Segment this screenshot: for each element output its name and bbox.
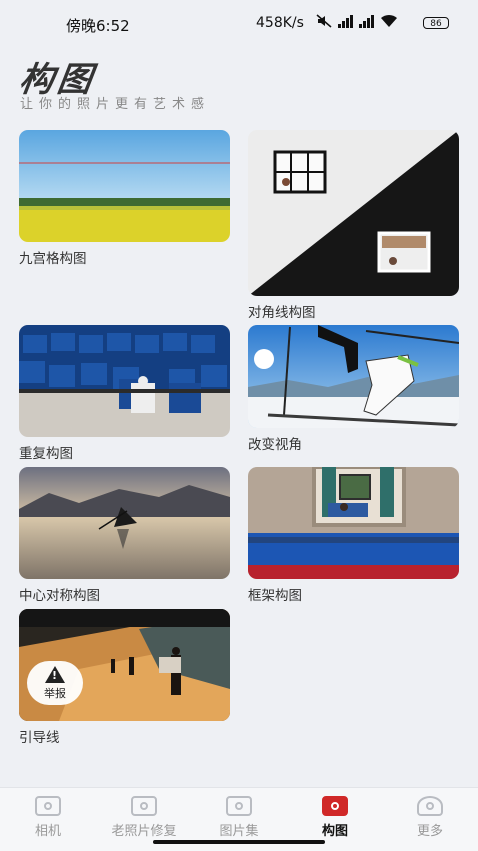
signal-icon [359, 14, 374, 28]
card-image [19, 325, 230, 437]
card-image [248, 130, 459, 296]
user-icon [417, 796, 443, 816]
card-image [19, 467, 230, 579]
card-leading-lines-composition[interactable]: 举报 引导线 [19, 609, 230, 746]
warning-icon [45, 666, 65, 683]
card-label: 九宫格构图 [19, 251, 87, 267]
nav-item-composition[interactable]: 构图 [295, 796, 375, 839]
report-label: 举报 [44, 687, 66, 700]
home-indicator[interactable] [153, 840, 325, 844]
card-image: 举报 [19, 609, 230, 721]
nav-label: 构图 [321, 824, 348, 839]
card-frame-composition[interactable]: 框架构图 [248, 467, 459, 604]
blue-carts-image [19, 325, 230, 437]
card-image [19, 130, 230, 242]
window-frame-image [248, 467, 459, 579]
network-speed: 458K/s [256, 15, 304, 31]
status-bar: 傍晚6:52 458K/s 86 [0, 0, 478, 44]
card-perspective-composition[interactable]: 改变视角 [248, 325, 459, 453]
wifi-icon [381, 14, 397, 27]
status-time: 傍晚6:52 [66, 17, 130, 35]
lake-fisherman-image [19, 467, 230, 579]
nav-item-camera[interactable]: 相机 [8, 796, 88, 839]
field-sky-image [19, 130, 230, 242]
card-label: 重复构图 [19, 446, 73, 462]
nav-item-gallery[interactable]: 图片集 [199, 796, 279, 839]
camera-icon [35, 796, 61, 816]
card-label: 改变视角 [248, 437, 302, 453]
nav-item-photo-restore[interactable]: 老照片修复 [104, 796, 184, 839]
signal-icon [338, 14, 353, 28]
photo-restore-icon [131, 796, 157, 816]
gallery-icon [226, 796, 252, 816]
card-symmetry-composition[interactable]: 中心对称构图 [19, 467, 230, 604]
card-label: 引导线 [19, 730, 60, 746]
card-image [248, 467, 459, 579]
card-label: 对角线构图 [248, 305, 316, 321]
battery-icon: 86 [423, 17, 449, 29]
nav-item-more[interactable]: 更多 [390, 796, 470, 839]
card-diagonal-composition[interactable]: 对角线构图 [248, 130, 459, 321]
nav-label: 老照片修复 [111, 824, 177, 839]
status-icons [316, 14, 398, 28]
nav-label: 更多 [416, 824, 443, 839]
card-label: 框架构图 [248, 588, 302, 604]
card-grid-composition[interactable]: 九宫格构图 [19, 130, 230, 267]
skier-image [248, 325, 459, 428]
nav-label: 相机 [34, 824, 61, 839]
report-button[interactable]: 举报 [27, 661, 83, 705]
diagonal-building-image [248, 130, 459, 296]
card-label: 中心对称构图 [19, 588, 100, 604]
card-repetition-composition[interactable]: 重复构图 [19, 325, 230, 462]
card-image [248, 325, 459, 428]
composition-icon [322, 796, 348, 816]
nav-label: 图片集 [219, 824, 259, 839]
page-subtitle: 让你的照片更有艺术感 [20, 97, 211, 112]
mute-icon [316, 14, 332, 28]
